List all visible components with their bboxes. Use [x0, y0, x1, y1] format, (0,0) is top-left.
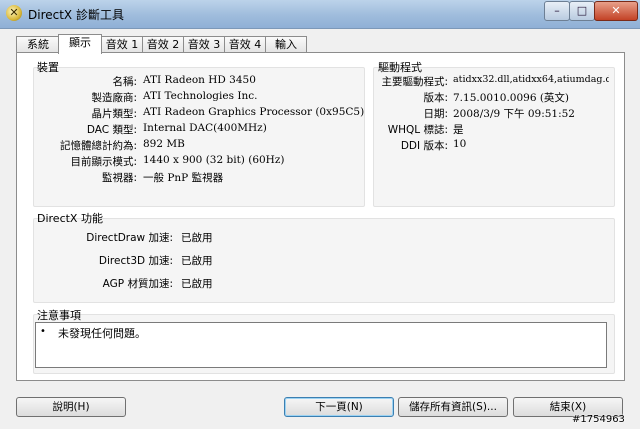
chip-type-label: 晶片類型: [91, 108, 137, 120]
driver-date-value: 2008/3/9 下午 09:51:52 [453, 108, 575, 120]
close-button[interactable]: ✕ [594, 1, 638, 21]
display-mode-label: 目前顯示模式: [70, 156, 137, 168]
direct3d-accel-value: 已啟用 [181, 255, 213, 267]
agp-accel-label: AGP 材質加速: [102, 278, 173, 290]
directdraw-accel-value: 已啟用 [181, 232, 213, 244]
tab-display[interactable]: 顯示 [58, 34, 102, 54]
minimize-button[interactable]: – [544, 1, 570, 21]
tab-input[interactable]: 輸入 [265, 36, 307, 53]
directx-diag-window: ✕ DirectX 診斷工具 – □ ✕ 系統 顯示 音效 1 音效 2 音效 … [0, 0, 640, 429]
window-title: DirectX 診斷工具 [28, 8, 124, 22]
driver-date-label: 日期: [423, 108, 448, 120]
memory-label: 記憶體總計約為: [59, 140, 137, 152]
maximize-button[interactable]: □ [569, 1, 595, 21]
driver-group-title: 驅動程式 [378, 61, 422, 74]
directx-features-title: DirectX 功能 [37, 212, 103, 225]
manufacturer-label: 製造廠商: [91, 92, 137, 104]
device-name-label: 名稱: [112, 76, 137, 88]
manufacturer-value: ATI Technologies Inc. [143, 90, 258, 102]
device-group-title: 裝置 [37, 61, 59, 74]
tab-system[interactable]: 系統 [16, 36, 60, 53]
monitor-value: 一般 PnP 監視器 [143, 172, 224, 184]
ddi-version-label: DDI 版本: [400, 140, 448, 152]
tab-sound-4[interactable]: 音效 4 [224, 36, 266, 53]
tab-sound-2[interactable]: 音效 2 [142, 36, 184, 53]
tab-sound-3[interactable]: 音效 3 [183, 36, 225, 53]
tab-sound-1[interactable]: 音效 1 [101, 36, 143, 53]
title-bar[interactable]: ✕ DirectX 診斷工具 – □ ✕ [0, 0, 640, 29]
device-name-value: ATI Radeon HD 3450 [143, 74, 256, 86]
display-mode-value: 1440 x 900 (32 bit) (60Hz) [143, 154, 285, 166]
main-driver-label: 主要驅動程式: [381, 76, 448, 88]
notes-textbox[interactable]: • 未發現任何問題。 [35, 322, 607, 368]
chip-type-value: ATI Radeon Graphics Processor (0x95C5) [143, 106, 365, 118]
monitor-label: 監視器: [101, 172, 137, 184]
ddi-version-value: 10 [453, 138, 467, 150]
watermark-id: #1754963 [572, 414, 625, 425]
whql-label: WHQL 標誌: [387, 124, 448, 136]
dac-type-label: DAC 類型: [86, 124, 137, 136]
direct3d-accel-label: Direct3D 加速: [98, 255, 173, 267]
agp-accel-value: 已啟用 [181, 278, 213, 290]
save-all-info-button[interactable]: 儲存所有資訊(S)... [398, 397, 508, 417]
memory-value: 892 MB [143, 138, 185, 150]
whql-value: 是 [453, 124, 464, 136]
notes-title: 注意事項 [37, 309, 81, 322]
directdraw-accel-label: DirectDraw 加速: [86, 232, 173, 244]
help-button[interactable]: 說明(H) [16, 397, 126, 417]
driver-version-label: 版本: [423, 92, 448, 104]
dac-type-value: Internal DAC(400MHz) [143, 122, 267, 134]
next-page-button[interactable]: 下一頁(N) [284, 397, 394, 417]
directx-app-icon: ✕ [6, 5, 22, 21]
driver-version-value: 7.15.0010.0096 (英文) [453, 92, 570, 104]
note-bullet: • [40, 326, 46, 337]
note-item: 未發現任何問題。 [58, 327, 146, 340]
main-driver-value: atidxx32.dll,atidxx64,atiumdag.dll,ati [453, 74, 609, 85]
